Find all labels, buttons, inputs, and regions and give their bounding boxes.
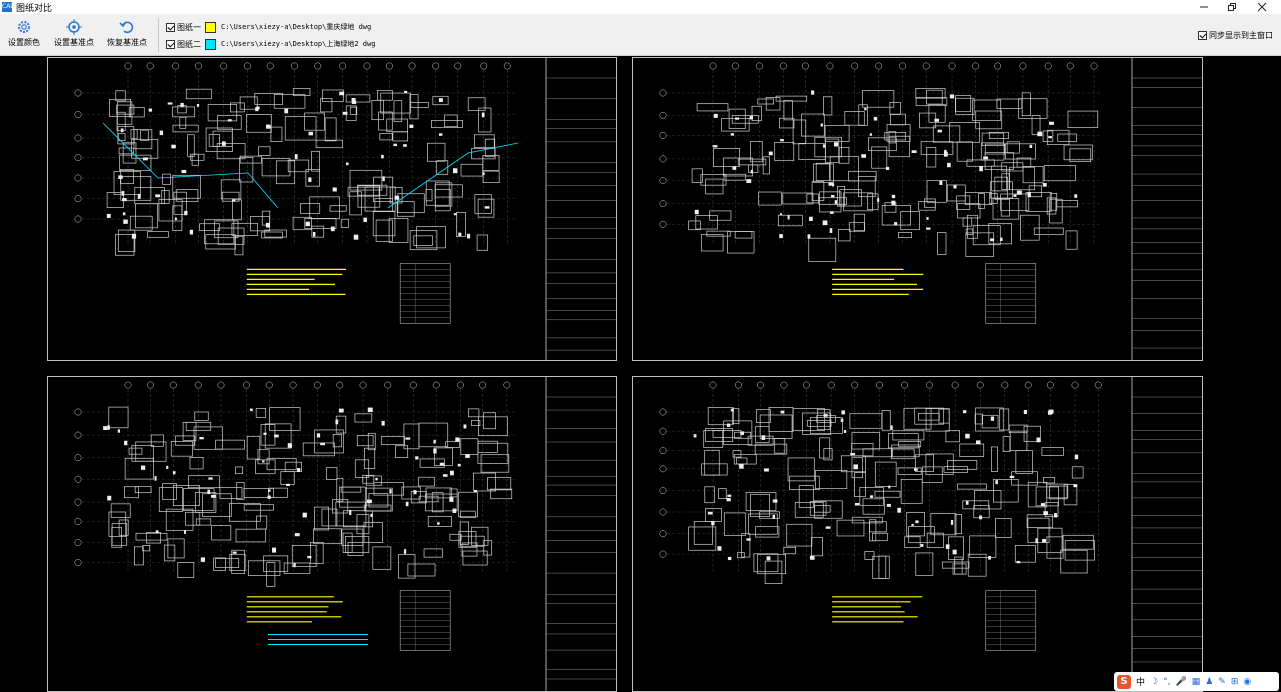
restore-base-point-label: 恢复基准点: [107, 38, 147, 47]
set-color-label: 设置颜色: [8, 38, 40, 47]
restore-base-point-button[interactable]: 恢复基准点: [104, 16, 150, 54]
ime-moon-icon[interactable]: ☽: [1150, 677, 1158, 687]
drawing2-path: C:\Users\xiezy-a\Desktop\上海绿地2 dwg: [221, 40, 376, 48]
sync-checkbox[interactable]: [1198, 31, 1207, 40]
toolbar: 设置颜色 设置基准点 恢复基准点 图纸一 C:\Users\xiezy-a\De…: [0, 14, 1281, 56]
undo-arrow-icon: [119, 21, 134, 34]
ime-punctuation-icon[interactable]: °,: [1163, 677, 1170, 687]
gear-icon: [18, 21, 30, 33]
set-base-point-label: 设置基准点: [54, 38, 94, 47]
ime-logo[interactable]: S: [1117, 674, 1131, 689]
drawing-sheet-bottom-right[interactable]: [632, 376, 1203, 692]
file-row-1: 图纸一 C:\Users\xiezy-a\Desktop\重庆绿地 dwg: [166, 20, 371, 34]
ime-skin-icon[interactable]: ✎: [1218, 677, 1226, 687]
drawing-sheet-bottom-left[interactable]: [47, 376, 617, 692]
drawing1-color-swatch[interactable]: [205, 21, 216, 33]
set-base-point-button[interactable]: 设置基准点: [51, 16, 97, 54]
file-row-2: 图纸二 C:\Users\xiezy-a\Desktop\上海绿地2 dwg: [166, 37, 375, 51]
ime-mic-icon[interactable]: 🎤: [1175, 677, 1186, 687]
drawing2-label: 图纸二: [177, 39, 201, 49]
window-title: 图纸对比: [16, 3, 53, 14]
restore-icon: [1228, 3, 1236, 11]
cad-linework: [659, 58, 1202, 360]
drawing2-color-swatch[interactable]: [205, 38, 216, 50]
ime-user-icon[interactable]: ♟: [1205, 677, 1213, 687]
ime-mode[interactable]: 中: [1136, 675, 1145, 688]
set-color-button[interactable]: 设置颜色: [1, 16, 47, 54]
ime-grid-icon[interactable]: ⊞: [1231, 677, 1239, 687]
crosshair-icon: [66, 19, 82, 35]
drawing1-label: 图纸一: [177, 22, 201, 32]
restore-button[interactable]: [1218, 0, 1246, 14]
drawing-sheet-top-right[interactable]: [632, 57, 1203, 361]
drawing2-checkbox[interactable]: [166, 39, 175, 49]
drawing-canvas[interactable]: [0, 57, 1281, 692]
sync-label: 同步显示到主窗口: [1209, 31, 1273, 40]
drawing-sheet-top-left[interactable]: [47, 57, 617, 361]
minimize-button[interactable]: [1190, 0, 1218, 14]
title-bar: CAD 图纸对比: [0, 0, 1281, 14]
toolbar-separator: [158, 18, 159, 52]
minimize-icon: [1200, 6, 1208, 8]
app-icon: CAD: [2, 2, 15, 12]
ime-settings-icon[interactable]: ◉: [1243, 677, 1251, 687]
cad-linework: [74, 58, 616, 360]
sync-option[interactable]: 同步显示到主窗口: [1198, 30, 1273, 41]
ime-keyboard-icon[interactable]: ▦: [1192, 677, 1201, 687]
ime-toolbar[interactable]: S 中 ☽ °, 🎤 ▦ ♟ ✎ ⊞ ◉: [1114, 672, 1279, 691]
drawing1-path: C:\Users\xiezy-a\Desktop\重庆绿地 dwg: [221, 23, 372, 31]
cad-linework: [74, 377, 616, 691]
close-icon: [1257, 2, 1267, 12]
drawing1-checkbox[interactable]: [166, 22, 175, 32]
close-button[interactable]: [1248, 0, 1276, 14]
cad-linework: [659, 377, 1202, 691]
